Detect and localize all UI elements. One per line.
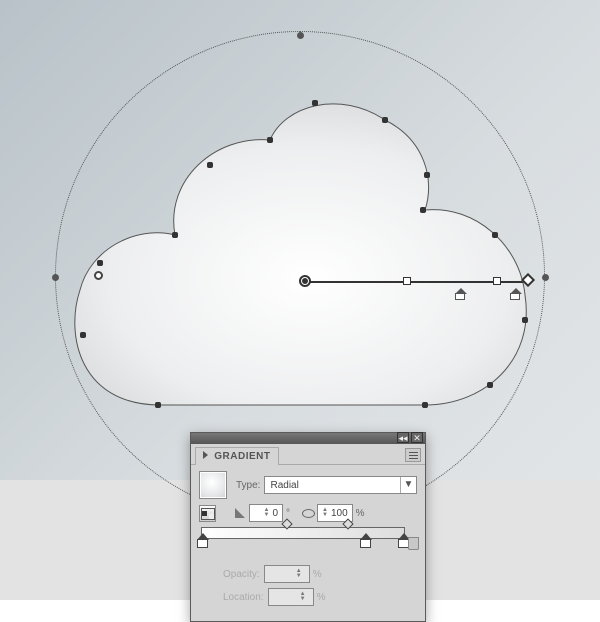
gradient-ramp-track[interactable] <box>201 527 405 539</box>
stepper-icon: ▲▼ <box>296 569 302 579</box>
stepper-icon[interactable]: ▲▼ <box>322 508 328 518</box>
angle-suffix: ° <box>286 508 290 519</box>
delete-stop-icon[interactable] <box>408 537 419 550</box>
anchor-point[interactable] <box>420 207 426 213</box>
opacity-label: Opacity: <box>223 569 260 580</box>
tab-expand-icon <box>203 451 208 459</box>
reverse-gradient-button[interactable] <box>199 505 216 522</box>
gradient-type-select[interactable]: Radial ▼ <box>264 476 417 494</box>
angle-field[interactable]: ▲▼ 0 <box>249 504 283 522</box>
anchor-point[interactable] <box>172 232 178 238</box>
gradient-stop-handle[interactable] <box>510 293 520 300</box>
stepper-icon[interactable]: ▲▼ <box>263 508 269 518</box>
anchor-point[interactable] <box>207 162 213 168</box>
selection-handle-e[interactable] <box>542 274 549 281</box>
anchor-point[interactable] <box>522 317 528 323</box>
gradient-type-value: Radial <box>265 480 400 491</box>
gradient-ramp[interactable] <box>201 527 405 559</box>
panel-menu-icon[interactable] <box>405 448 421 462</box>
anchor-point[interactable] <box>97 260 103 266</box>
anchor-point[interactable] <box>267 137 273 143</box>
gradient-annotator[interactable] <box>305 274 527 290</box>
panel-collapse-icon[interactable]: ◂◂ <box>397 432 409 443</box>
panel-title-bar[interactable]: ◂◂ ✕ <box>191 433 425 444</box>
anchor-point[interactable] <box>312 100 318 106</box>
gradient-stop[interactable] <box>360 539 371 548</box>
chevron-down-icon: ▼ <box>400 477 416 493</box>
gradient-swatch[interactable] <box>199 471 227 499</box>
cloud-artwork[interactable] <box>65 85 535 415</box>
type-label: Type: <box>236 480 260 491</box>
stepper-icon: ▲▼ <box>300 592 306 602</box>
angle-value: 0 <box>272 508 278 519</box>
aspect-value: 100 <box>331 508 348 519</box>
angle-icon <box>232 505 249 522</box>
gradient-midpoint-handle[interactable] <box>493 277 501 285</box>
cloud-shape <box>65 85 535 415</box>
panel-tab-gradient[interactable]: GRADIENT <box>195 447 279 465</box>
aspect-suffix: % <box>356 508 365 519</box>
anchor-point[interactable] <box>424 172 430 178</box>
selection-handle-w[interactable] <box>52 274 59 281</box>
selection-target-icon[interactable] <box>94 271 103 280</box>
anchor-point[interactable] <box>382 117 388 123</box>
panel-tab-label: GRADIENT <box>214 451 270 462</box>
opacity-field: ▲▼ <box>264 565 310 583</box>
selection-handle-n[interactable] <box>297 32 304 39</box>
anchor-point[interactable] <box>422 402 428 408</box>
opacity-suffix: % <box>313 569 322 580</box>
aspect-icon <box>300 505 317 522</box>
gradient-midpoint-handle[interactable] <box>403 277 411 285</box>
canvas-background: ◂◂ ✕ GRADIENT Type: Radial ▼ <box>0 0 600 600</box>
gradient-panel[interactable]: ◂◂ ✕ GRADIENT Type: Radial ▼ <box>190 432 426 622</box>
anchor-point[interactable] <box>155 402 161 408</box>
gradient-stop[interactable] <box>197 539 208 548</box>
gradient-stop-handle[interactable] <box>455 293 465 300</box>
location-field: ▲▼ <box>268 588 314 606</box>
anchor-point[interactable] <box>80 332 86 338</box>
anchor-point[interactable] <box>487 382 493 388</box>
anchor-point[interactable] <box>492 232 498 238</box>
location-label: Location: <box>223 592 264 603</box>
location-suffix: % <box>317 592 326 603</box>
panel-close-icon[interactable]: ✕ <box>411 432 423 443</box>
gradient-origin-handle[interactable] <box>299 275 311 287</box>
